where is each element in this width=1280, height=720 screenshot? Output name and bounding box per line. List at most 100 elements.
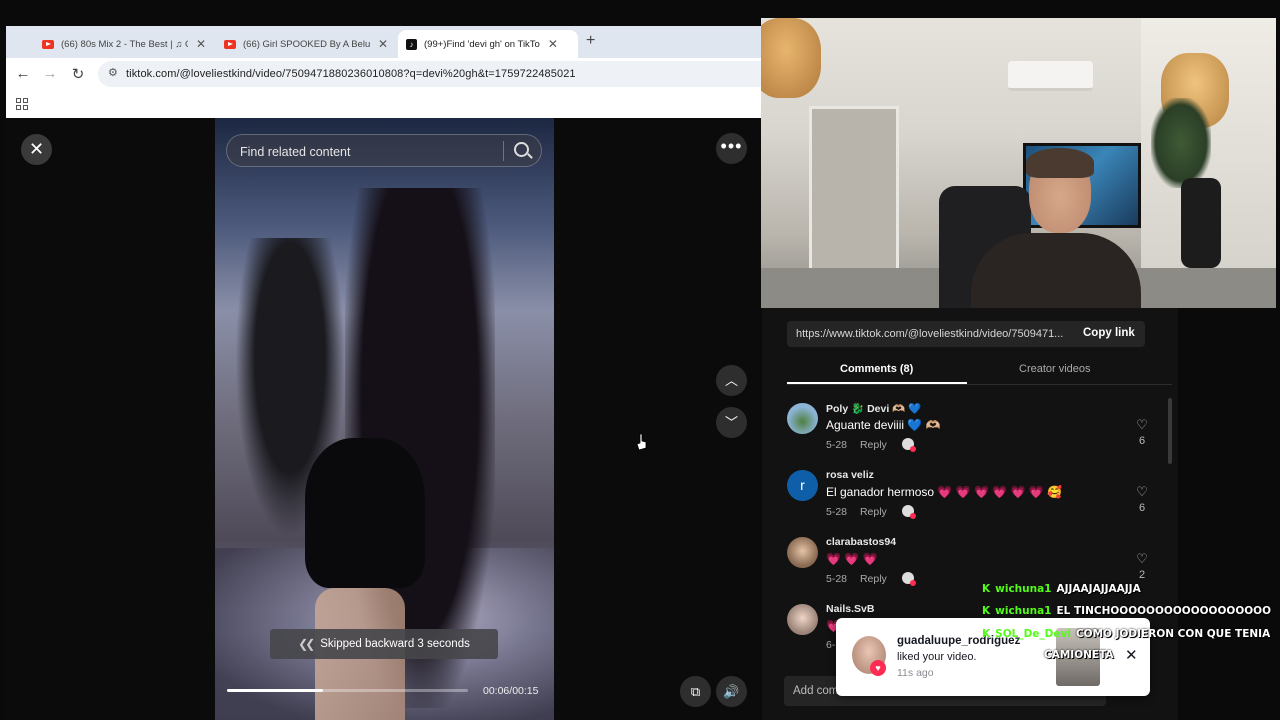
hand-cursor-icon — [637, 434, 647, 450]
comment-date: 5-28 — [826, 506, 848, 518]
comment-date: 5-28 — [826, 573, 848, 585]
chat-username: wichuna1 — [995, 583, 1052, 595]
tab-strip: (66) 80s Mix 2 - The Best | ♫ C ✕ (66) G… — [6, 26, 761, 58]
webcam-lamp — [761, 18, 821, 98]
tab-tiktok[interactable]: ♪ (99+)Find 'devi gh' on TikTo ✕ — [398, 30, 578, 58]
reply-button[interactable]: Reply — [860, 573, 887, 585]
like-icon[interactable]: ♡ — [1136, 551, 1148, 567]
comment-username[interactable]: rosa veliz — [826, 469, 874, 481]
comment-meta: 6- — [826, 639, 835, 651]
picture-in-picture-icon[interactable]: ⧉ — [680, 676, 711, 707]
tab-label: (99+)Find 'devi gh' on TikTo — [424, 38, 540, 50]
browser-toolbar: ← → ↻ ⚙ tiktok.com/@loveliestkind/video/… — [6, 58, 761, 90]
like-count: 6 — [1138, 435, 1146, 447]
tab-girl-spooked[interactable]: (66) Girl SPOOKED By A Beluga ✕ — [216, 30, 396, 58]
youtube-icon — [224, 39, 236, 49]
search-placeholder: Find related content — [240, 145, 351, 159]
comment-meta: 5-28 Reply — [826, 505, 916, 519]
site-info-icon[interactable]: ⚙ — [108, 66, 118, 79]
like-icon[interactable]: ♡ — [1136, 417, 1148, 433]
webcam-streamer-body — [971, 233, 1141, 308]
notification-time: 11s ago — [897, 667, 934, 679]
tab-label: (66) Girl SPOOKED By A Beluga — [243, 38, 370, 50]
reply-button[interactable]: Reply — [860, 439, 887, 451]
close-tab-icon[interactable]: ✕ — [196, 37, 206, 51]
volume-icon[interactable]: 🔊 — [716, 676, 747, 707]
chat-text: CAMIONETA — [1044, 649, 1114, 661]
share-link-bar: https://www.tiktok.com/@loveliestkind/vi… — [787, 321, 1145, 347]
reply-button[interactable]: Reply — [860, 506, 887, 518]
related-search-box[interactable]: Find related content — [226, 134, 542, 167]
video-time: 00:06/00:15 — [483, 685, 539, 697]
tab-comments[interactable]: Comments (8) — [840, 363, 913, 375]
comments-scrollbar[interactable] — [1168, 398, 1172, 464]
comment-text: 💗 💗 💗 — [826, 552, 878, 566]
avatar[interactable] — [787, 403, 818, 434]
avatar[interactable]: r — [787, 470, 818, 501]
close-viewer-button[interactable]: ✕ — [21, 134, 52, 165]
webcam-microphone — [1181, 178, 1221, 268]
youtube-icon — [42, 39, 54, 49]
share-link-text[interactable]: https://www.tiktok.com/@loveliestkind/vi… — [796, 328, 1063, 340]
creator-liked-icon — [901, 572, 916, 586]
forward-icon[interactable]: → — [41, 65, 59, 82]
webcam-feed — [761, 18, 1276, 308]
chat-message: CAMIONETA — [1044, 649, 1114, 661]
skip-toast: ❮❮ Skipped backward 3 seconds — [270, 629, 498, 659]
chat-text: AJJAAJAJJAAJJA — [1056, 583, 1141, 595]
creator-liked-icon — [901, 505, 916, 519]
comment-username[interactable]: Poly 🐉 Devi 🫶🏼 💙 — [826, 402, 921, 415]
avatar[interactable] — [787, 537, 818, 568]
like-count: 2 — [1138, 569, 1146, 581]
copy-link-button[interactable]: Copy link — [1083, 327, 1135, 339]
reload-icon[interactable]: ↻ — [69, 65, 87, 83]
new-tab-button[interactable]: + — [586, 32, 595, 50]
webcam-streamer-hair — [1026, 148, 1094, 178]
address-bar[interactable]: ⚙ tiktok.com/@loveliestkind/video/750947… — [98, 61, 761, 87]
like-icon[interactable]: ♡ — [1136, 484, 1148, 500]
comment-item: r rosa veliz El ganador hermoso 💗 💗 💗 💗 … — [787, 468, 1157, 535]
avatar[interactable] — [787, 604, 818, 635]
comment-text: Aguante deviiii 💙 🫶🏼 — [826, 418, 941, 432]
chat-text: COMO JODIERON CON QUE TENIA — [1075, 628, 1271, 640]
tab-80s-mix[interactable]: (66) 80s Mix 2 - The Best | ♫ C ✕ — [34, 30, 214, 58]
kick-badge-icon: K — [982, 628, 991, 640]
search-icon[interactable] — [514, 142, 529, 157]
video-viewer: ✕ Find related content ❮❮ Skipped backwa… — [6, 118, 762, 720]
more-options-button[interactable]: ••• — [716, 133, 747, 164]
comment-date: 6- — [826, 639, 836, 651]
apps-grid-icon[interactable] — [16, 98, 28, 110]
close-tab-icon[interactable]: ✕ — [378, 37, 388, 51]
heart-icon: ♥ — [870, 660, 886, 676]
url-text: tiktok.com/@loveliestkind/video/75094718… — [126, 68, 576, 80]
close-tab-icon[interactable]: ✕ — [548, 37, 558, 51]
chat-username: SOL_De_Devi — [995, 628, 1071, 640]
tab-creator-videos[interactable]: Creator videos — [1019, 363, 1091, 375]
close-notification-icon[interactable]: ✕ — [1125, 646, 1138, 664]
previous-video-button[interactable]: ︿ — [716, 365, 747, 396]
video-progress-fill — [227, 689, 324, 692]
next-video-button[interactable]: ﹀ — [716, 407, 747, 438]
browser-window: (66) 80s Mix 2 - The Best | ♫ C ✕ (66) G… — [6, 26, 761, 118]
notification-text: liked your video. — [897, 651, 977, 663]
comment-meta: 5-28 Reply — [826, 572, 916, 586]
comment-meta: 5-28 Reply — [826, 438, 916, 452]
bookmarks-bar — [6, 90, 761, 118]
video-player[interactable]: Find related content ❮❮ Skipped backward… — [215, 118, 554, 720]
tiktok-icon: ♪ — [406, 38, 417, 50]
chat-message: K SOL_De_Devi COMO JODIERON CON QUE TENIA — [982, 628, 1270, 640]
video-frame-skirt — [305, 438, 425, 588]
kick-badge-icon: K — [982, 605, 991, 617]
back-icon[interactable]: ← — [14, 65, 32, 82]
screen: (66) 80s Mix 2 - The Best | ♫ C ✕ (66) G… — [0, 0, 1280, 720]
kick-badge-icon: K — [982, 583, 991, 595]
video-progress-bar[interactable] — [227, 689, 468, 692]
tab-label: (66) 80s Mix 2 - The Best | ♫ C — [61, 38, 188, 50]
comment-date: 5-28 — [826, 439, 848, 451]
comment-username[interactable]: clarabastos94 — [826, 536, 896, 548]
comment-username[interactable]: Nails.SvB — [826, 603, 874, 615]
chat-username: wichuna1 — [995, 605, 1052, 617]
like-count: 6 — [1138, 502, 1146, 514]
creator-liked-icon — [901, 438, 916, 452]
comment-item: Poly 🐉 Devi 🫶🏼 💙 Aguante deviiii 💙 🫶🏼 5-… — [787, 401, 1157, 468]
